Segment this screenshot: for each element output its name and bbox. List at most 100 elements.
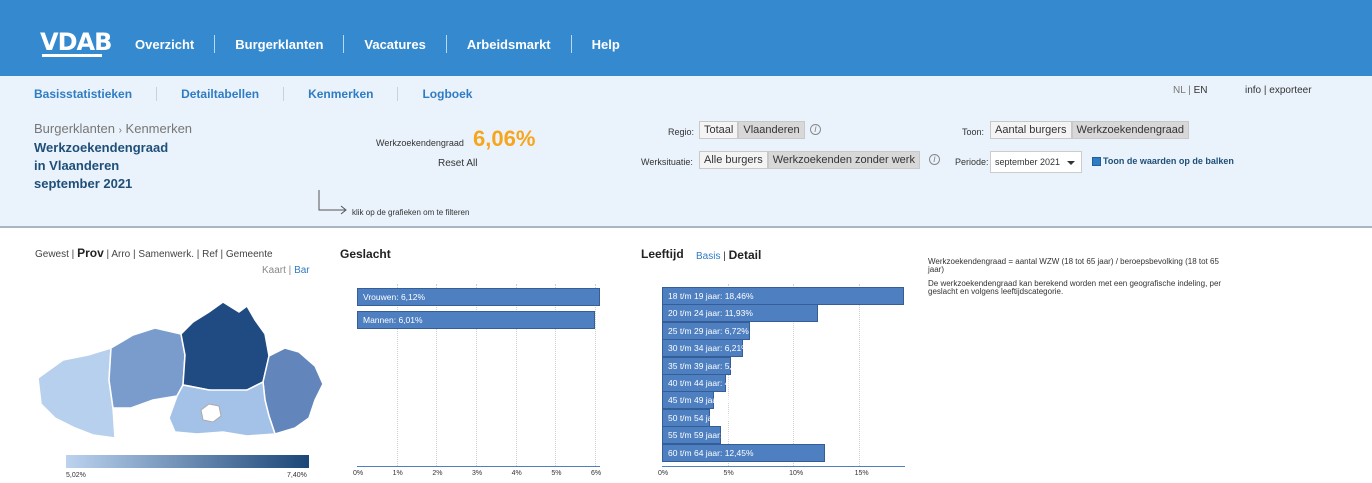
breadcrumb-root[interactable]: Burgerklanten [34, 121, 115, 136]
chart-bar[interactable]: 18 t/m 19 jaar: 18,46% [662, 287, 904, 305]
show-values-toggle[interactable]: Toon de waarden op de balken [1092, 156, 1234, 166]
legend-min-value: 5,02% [66, 472, 86, 479]
province-antwerpen[interactable] [180, 301, 270, 393]
chart-bar[interactable]: Vrouwen: 6,12% [357, 288, 600, 306]
kpi-label: Werkzoekendengraad [376, 138, 464, 148]
vdab-logo[interactable]: VDAB [40, 28, 112, 56]
leeftijd-title: Leeftijd [641, 247, 684, 261]
leeftijd-sep: | [720, 251, 729, 262]
geo-sep: | [68, 249, 78, 260]
breadcrumb-current: Kenmerken [125, 121, 193, 136]
x-tick-label: 5% [723, 470, 734, 477]
regio-option-totaal[interactable]: Totaal [699, 121, 739, 139]
x-tick-label: 4% [511, 470, 522, 477]
regio-info-icon[interactable]: i [810, 124, 821, 135]
toon-toggle: Aantal burgers Werkzoekendengraad [990, 121, 1189, 139]
subnav-divider [156, 87, 158, 101]
chart-bar[interactable]: 30 t/m 34 jaar: 6,21% [662, 339, 749, 358]
toon-option-aantal[interactable]: Aantal burgers [990, 121, 1072, 139]
nav-overzicht[interactable]: Overzicht [135, 37, 194, 52]
chart-bar[interactable]: 55 t/m 59 jaar: 4,51% [662, 426, 749, 445]
bar-value-label: 40 t/m 44 jaar: 4,92% [668, 378, 749, 388]
view-sep: | [285, 265, 295, 276]
subnav-basisstatistieken[interactable]: Basisstatistieken [34, 87, 132, 101]
bar-value-label: Vrouwen: 6,12% [363, 292, 426, 302]
bar-value-label: 35 t/m 39 jaar: 5,29% [668, 360, 749, 371]
chart-bar[interactable]: 50 t/m 54 jaar: 3,67% [662, 408, 749, 427]
kpi-value: 6,06% [473, 126, 536, 151]
chevron-down-icon [1067, 161, 1075, 165]
regio-toggle: Totaal Vlaanderen [699, 121, 805, 139]
lang-nl[interactable]: NL [1173, 85, 1185, 96]
province-vlaams-brabant[interactable] [168, 380, 277, 437]
chart-bar[interactable]: 45 t/m 49 jaar: 3,96% [662, 391, 749, 410]
view-kaart[interactable]: Kaart [262, 265, 286, 276]
filter-hint: klik op de grafieken om te filteren [352, 208, 470, 217]
chart-bar[interactable]: 20 t/m 24 jaar: 11,93% [662, 304, 819, 323]
x-axis-line [662, 466, 905, 467]
x-axis-line [357, 466, 600, 467]
x-tick-label: 0% [658, 470, 669, 477]
bar-value-label: 25 t/m 29 jaar: 6,72% [668, 325, 749, 336]
bar-value-label: 20 t/m 24 jaar: 11,93% [668, 308, 753, 319]
flanders-province-map[interactable] [33, 300, 333, 445]
nav-arbeidsmarkt[interactable]: Arbeidsmarkt [467, 37, 551, 52]
x-tick-label: 15% [854, 470, 869, 477]
x-tick-label: 5% [551, 470, 562, 477]
geo-prov[interactable]: Prov [77, 246, 104, 260]
title-line-1: Werkzoekendengraad [34, 140, 169, 155]
title-line-2: in Vlaanderen [34, 158, 120, 173]
subnav-detailtabellen[interactable]: Detailtabellen [181, 87, 259, 101]
bar-value-label: Mannen: 6,01% [363, 315, 423, 325]
x-tick-label: 6% [591, 470, 602, 477]
logo-underline [42, 54, 102, 57]
geo-level-selector: Gewest | Prov | Arro | Samenwerk. | Ref … [35, 246, 273, 260]
regio-option-vlaanderen[interactable]: Vlaanderen [738, 121, 805, 139]
chart-bar[interactable]: 25 t/m 29 jaar: 6,72% [662, 321, 751, 340]
subnav-divider [397, 87, 399, 101]
nav-divider [445, 35, 447, 53]
definition-notes: Werkzoekendengraad = aantal WZW (18 tot … [928, 258, 1228, 302]
nav-burgerklanten[interactable]: Burgerklanten [235, 37, 323, 52]
werksituatie-info-icon[interactable]: i [929, 154, 940, 165]
toon-label: Toon: [962, 127, 985, 137]
bar-value-label: 50 t/m 54 jaar: 3,67% [668, 412, 749, 423]
geo-rest[interactable]: | Arro | Samenwerk. | Ref | Gemeente [107, 249, 273, 260]
map-color-legend [66, 455, 309, 468]
werksituatie-option-alle[interactable]: Alle burgers [699, 151, 768, 169]
chart-bar[interactable]: 60 t/m 64 jaar: 12,45% [662, 443, 826, 462]
leeftijd-basis-option[interactable]: Basis [696, 251, 720, 262]
lang-en[interactable]: EN [1194, 85, 1208, 96]
view-bar[interactable]: Bar [294, 265, 310, 276]
title-line-3: september 2021 [34, 176, 133, 191]
province-west-vlaanderen[interactable] [37, 346, 116, 439]
periode-label: Periode: [955, 157, 989, 167]
periode-select[interactable]: september 2021 [990, 151, 1082, 173]
breadcrumb-arrow-icon: › [118, 125, 122, 136]
info-link[interactable]: info [1245, 85, 1261, 96]
province-oost-vlaanderen[interactable] [108, 327, 186, 409]
gridline [858, 284, 860, 466]
leeftijd-detail-option[interactable]: Detail [729, 248, 762, 262]
sub-nav: Basisstatistieken Detailtabellen Kenmerk… [34, 87, 472, 101]
subnav-logboek[interactable]: Logboek [422, 87, 472, 101]
page-title: Werkzoekendengraad in Vlaanderen septemb… [34, 139, 168, 193]
bar-value-label: 55 t/m 59 jaar: 4,51% [668, 430, 749, 441]
toon-option-graad[interactable]: Werkzoekendengraad [1071, 121, 1189, 139]
nav-vacatures[interactable]: Vacatures [364, 37, 425, 52]
x-tick-label: 1% [392, 470, 403, 477]
province-limburg[interactable] [262, 347, 324, 435]
checkbox-checked-icon[interactable] [1092, 156, 1101, 166]
nav-divider [343, 35, 345, 53]
reset-all-button[interactable]: Reset All [438, 158, 477, 169]
chart-bar[interactable]: 35 t/m 39 jaar: 5,29% [662, 356, 749, 375]
chart-bar[interactable]: 40 t/m 44 jaar: 4,92% [662, 374, 749, 392]
werksituatie-option-zonder-werk[interactable]: Werkzoekenden zonder werk [767, 151, 920, 169]
subnav-kenmerken[interactable]: Kenmerken [308, 87, 373, 101]
main-nav: Overzicht Burgerklanten Vacatures Arbeid… [135, 35, 620, 53]
export-link[interactable]: exporteer [1269, 85, 1311, 96]
chart-bar[interactable]: Mannen: 6,01% [357, 311, 596, 329]
geo-gewest[interactable]: Gewest [35, 249, 69, 260]
nav-help[interactable]: Help [592, 37, 620, 52]
nav-divider [570, 35, 572, 53]
